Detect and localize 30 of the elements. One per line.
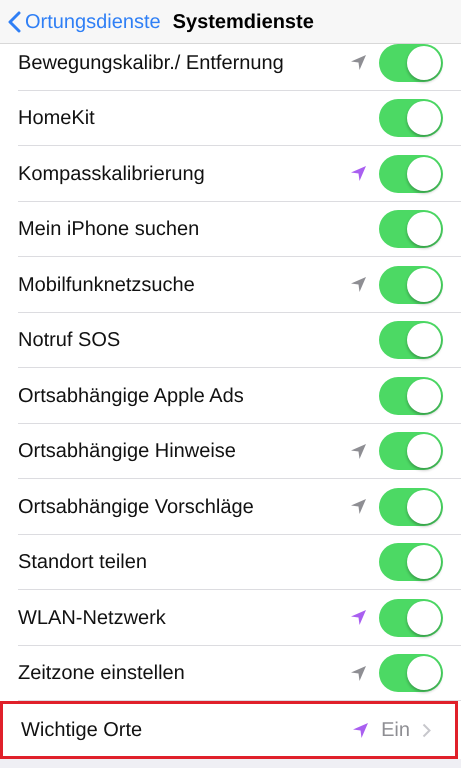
setting-label: Kompasskalibrierung: [18, 162, 206, 187]
setting-label: HomeKit: [18, 106, 96, 132]
toggle-switch[interactable]: [379, 654, 443, 692]
chevron-icon[interactable]: [422, 722, 431, 738]
setting-label: WLAN-Netzwerk: [18, 606, 167, 631]
toggle-switch[interactable]: [379, 543, 443, 582]
toggle-switch[interactable]: [379, 376, 443, 415]
setting-label: Wichtige Orte: [21, 718, 144, 743]
back-chevron-icon: [8, 10, 21, 32]
toggle-switch[interactable]: [379, 321, 443, 360]
setting-label: Ortsabhängige Hinweise: [18, 439, 237, 464]
back-button[interactable]: Ortungsdienste: [8, 6, 161, 36]
setting-label: Notruf SOS: [18, 328, 122, 354]
setting-label: Ortsabhängige Vorschläge: [18, 494, 255, 520]
toggle-switch[interactable]: [379, 266, 443, 304]
setting-label: Ortsabhängige Apple Ads: [18, 384, 245, 409]
setting-value: Ein: [381, 718, 410, 743]
toggle-switch[interactable]: [379, 432, 443, 470]
toggle-switch[interactable]: [379, 598, 443, 637]
toggle-switch[interactable]: [379, 488, 443, 526]
setting-label: Mein iPhone suchen: [18, 217, 200, 242]
toggle-switch[interactable]: [379, 210, 443, 248]
setting-label: Bewegungskalibr./ Entfernung: [18, 50, 285, 76]
toggle-switch[interactable]: [379, 99, 443, 138]
setting-label: Standort teilen: [18, 550, 148, 576]
setting-label: Mobilfunknetzsuche: [18, 272, 196, 298]
setting-label: Zeitzone einstellen: [18, 661, 186, 686]
toggle-switch[interactable]: [379, 44, 443, 82]
screen-title: Systemdienste: [172, 10, 314, 34]
toggle-switch[interactable]: [379, 154, 443, 193]
